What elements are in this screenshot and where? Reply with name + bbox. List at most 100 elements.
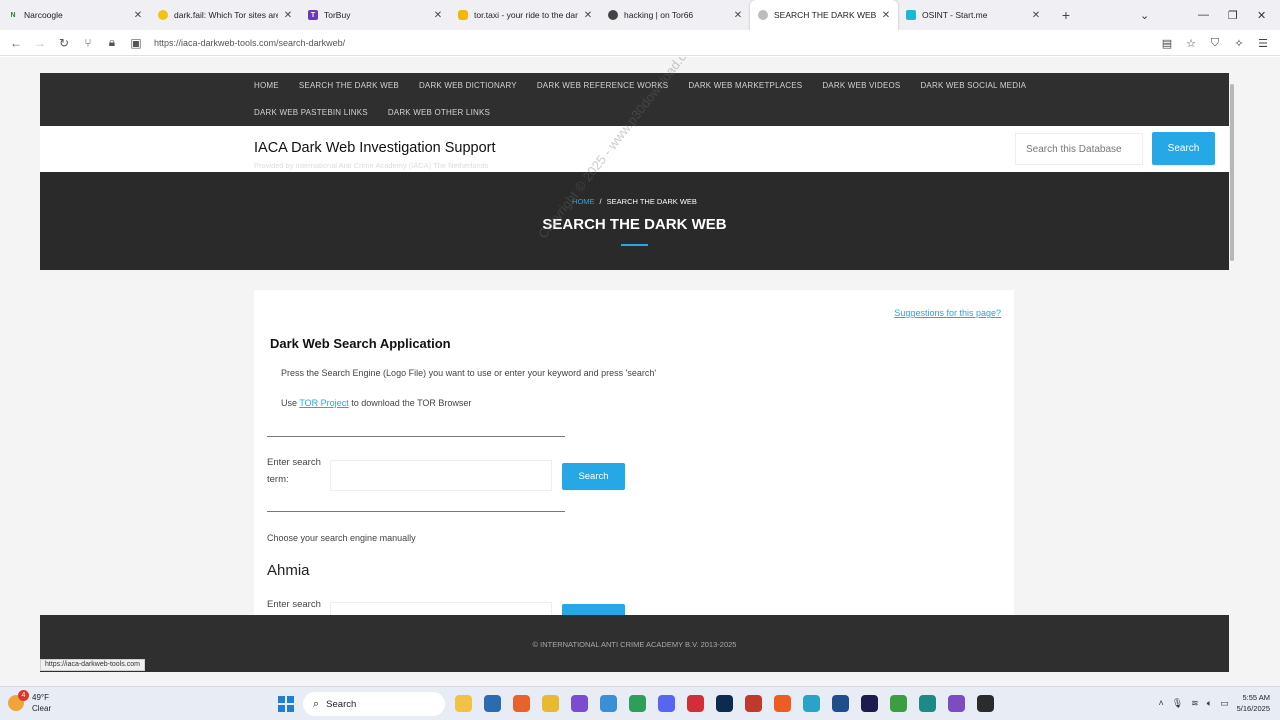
page-scrollbar[interactable] [1228, 84, 1236, 674]
taskbar-search-box[interactable]: ⌕ Search [303, 692, 445, 716]
tab-tor66[interactable]: hacking | on Tor66 ✕ [600, 0, 750, 30]
restore-icon[interactable]: ❐ [1228, 0, 1238, 30]
tor-project-link[interactable]: TOR Project [299, 398, 348, 408]
close-icon[interactable]: ✕ [880, 10, 892, 21]
tor-browser-icon[interactable] [948, 695, 965, 712]
weather-badge: 4 [18, 690, 29, 701]
close-icon[interactable]: ✕ [132, 10, 144, 21]
site-title[interactable]: IACA Dark Web Investigation Support [254, 140, 496, 156]
search-button[interactable]: Search [562, 463, 625, 490]
photoshop-icon[interactable] [716, 695, 733, 712]
brand-bar: IACA Dark Web Investigation Support Prov… [40, 126, 1229, 172]
taskbar-apps [455, 695, 994, 712]
extension-icon[interactable]: ⑂ [76, 32, 100, 54]
folder-icon[interactable] [542, 695, 559, 712]
tab-iaca-search[interactable]: SEARCH THE DARK WEB – IACA ✕ [750, 0, 898, 30]
tab-label: TorBuy [324, 10, 351, 20]
close-icon[interactable]: ✕ [1030, 10, 1042, 21]
tab-darkfail[interactable]: dark.fail: Which Tor sites are on ✕ [150, 0, 300, 30]
github-desktop-icon[interactable] [977, 695, 994, 712]
tab-osint[interactable]: OSINT - Start.me ✕ [898, 0, 1048, 30]
clock-time: 5:55 AM [1242, 693, 1270, 702]
speaker-icon[interactable]: 🔈︎ [1207, 698, 1212, 709]
breadcrumb-home-link[interactable]: HOME [572, 197, 595, 206]
narcoogle-icon: N [10, 11, 16, 19]
nav-link-dark-web-dictionary[interactable]: DARK WEB DICTIONARY [419, 81, 517, 90]
reader-view-icon[interactable]: ▤ [1158, 37, 1176, 50]
app-heading: Dark Web Search Application [270, 336, 451, 351]
forward-arrow-icon[interactable]: → [28, 32, 52, 54]
startme-icon [906, 10, 916, 20]
divider [267, 511, 565, 512]
lock-icon[interactable]: 🔒︎ [100, 32, 124, 54]
close-icon[interactable]: ✕ [732, 10, 744, 21]
weather-text: 49°F Clear [32, 692, 51, 714]
new-tab-plus-icon[interactable]: + [1054, 7, 1078, 23]
reload-icon[interactable]: ↻ [52, 32, 76, 54]
discord-icon[interactable] [658, 695, 675, 712]
tab-tortaxi[interactable]: tor.taxi - your ride to the darkne ✕ [450, 0, 600, 30]
nav-link-home[interactable]: HOME [254, 81, 279, 90]
tab-label: SEARCH THE DARK WEB – IACA [774, 10, 876, 20]
tab-narcoogle[interactable]: N Narcoogle ✕ [0, 0, 150, 30]
shield-icon[interactable]: ⛉ [1206, 37, 1224, 50]
windows-start-icon[interactable] [278, 696, 294, 712]
microsoft-store-icon[interactable] [484, 695, 501, 712]
database-search-button[interactable]: Search [1152, 132, 1215, 165]
nav-link-search-the-dark-web[interactable]: SEARCH THE DARK WEB [299, 81, 399, 90]
snipping-tool-icon[interactable] [600, 695, 617, 712]
back-arrow-icon[interactable]: ← [4, 32, 28, 54]
microphone-icon[interactable]: 🎙︎ [1172, 698, 1183, 709]
extensions-puzzle-icon[interactable]: ✧ [1230, 37, 1248, 50]
menu-hamburger-icon[interactable]: ☰ [1254, 37, 1272, 50]
nav-link-dark-web-social-media[interactable]: DARK WEB SOCIAL MEDIA [920, 81, 1026, 90]
wifi-icon[interactable]: ≋ [1191, 698, 1199, 709]
app-green-icon[interactable] [629, 695, 646, 712]
nav-link-dark-web-videos[interactable]: DARK WEB VIDEOS [822, 81, 900, 90]
scrollbar-thumb[interactable] [1230, 84, 1234, 261]
app-purple-icon[interactable] [571, 695, 588, 712]
search-term-label: Enter search term: [267, 457, 321, 485]
tab-list-chevron-icon[interactable]: ⌄ [1140, 0, 1149, 30]
tor66-icon [608, 10, 618, 20]
close-window-icon[interactable]: ✕ [1257, 0, 1266, 30]
nav-link-dark-web-reference-works[interactable]: DARK WEB REFERENCE WORKS [537, 81, 668, 90]
app-blue-icon[interactable] [832, 695, 849, 712]
app-red-icon[interactable] [745, 695, 762, 712]
close-icon[interactable]: ✕ [582, 10, 594, 21]
tab-torbuy[interactable]: T TorBuy ✕ [300, 0, 450, 30]
opera-icon[interactable] [687, 695, 704, 712]
battery-icon[interactable]: ▭ [1220, 698, 1229, 709]
close-icon[interactable]: ✕ [432, 10, 444, 21]
tray-chevron-up-icon[interactable]: ˄ [1158, 698, 1163, 708]
nav-link-dark-web-pastebin-links[interactable]: DARK WEB PASTEBIN LINKS [254, 108, 368, 117]
close-icon[interactable]: ✕ [282, 10, 294, 21]
site-top-nav: HOME SEARCH THE DARK WEB DARK WEB DICTIONA… [40, 73, 1229, 126]
search-term-input[interactable] [330, 460, 552, 491]
app-teal-icon[interactable] [919, 695, 936, 712]
breadcrumb-separator: / [599, 197, 602, 206]
minimize-icon[interactable]: — [1198, 0, 1209, 30]
url-text[interactable]: https://iaca-darkweb-tools.com/search-da… [154, 38, 345, 48]
nav-link-dark-web-marketplaces[interactable]: DARK WEB MARKETPLACES [688, 81, 802, 90]
tor-prefix: Use [281, 398, 300, 408]
file-explorer-icon[interactable] [455, 695, 472, 712]
search-icon: ⌕ [313, 697, 320, 710]
bookmark-star-icon[interactable]: ☆ [1182, 37, 1200, 50]
tab-label: OSINT - Start.me [922, 10, 988, 20]
engine-heading-ahmia: Ahmia [267, 562, 310, 579]
clock-date: 5/16/2025 [1236, 704, 1270, 713]
weather-widget[interactable]: 4 49°F Clear [8, 690, 51, 714]
nav-row-2: DARK WEB PASTEBIN LINKS DARK WEB OTHER LI… [254, 108, 490, 117]
app-vscode-icon[interactable] [803, 695, 820, 712]
character-animator-icon[interactable] [861, 695, 878, 712]
firefox-icon[interactable] [513, 695, 530, 712]
tab-label: Narcoogle [24, 10, 63, 20]
brave-icon[interactable] [774, 695, 791, 712]
notepad-green-icon[interactable] [890, 695, 907, 712]
clock[interactable]: 5:55 AM 5/16/2025 [1237, 692, 1270, 714]
page-info-icon[interactable]: ▣ [124, 32, 148, 54]
suggestions-link[interactable]: Suggestions for this page? [894, 308, 1001, 318]
nav-link-dark-web-other-links[interactable]: DARK WEB OTHER LINKS [388, 108, 490, 117]
database-search-input[interactable] [1015, 133, 1143, 165]
